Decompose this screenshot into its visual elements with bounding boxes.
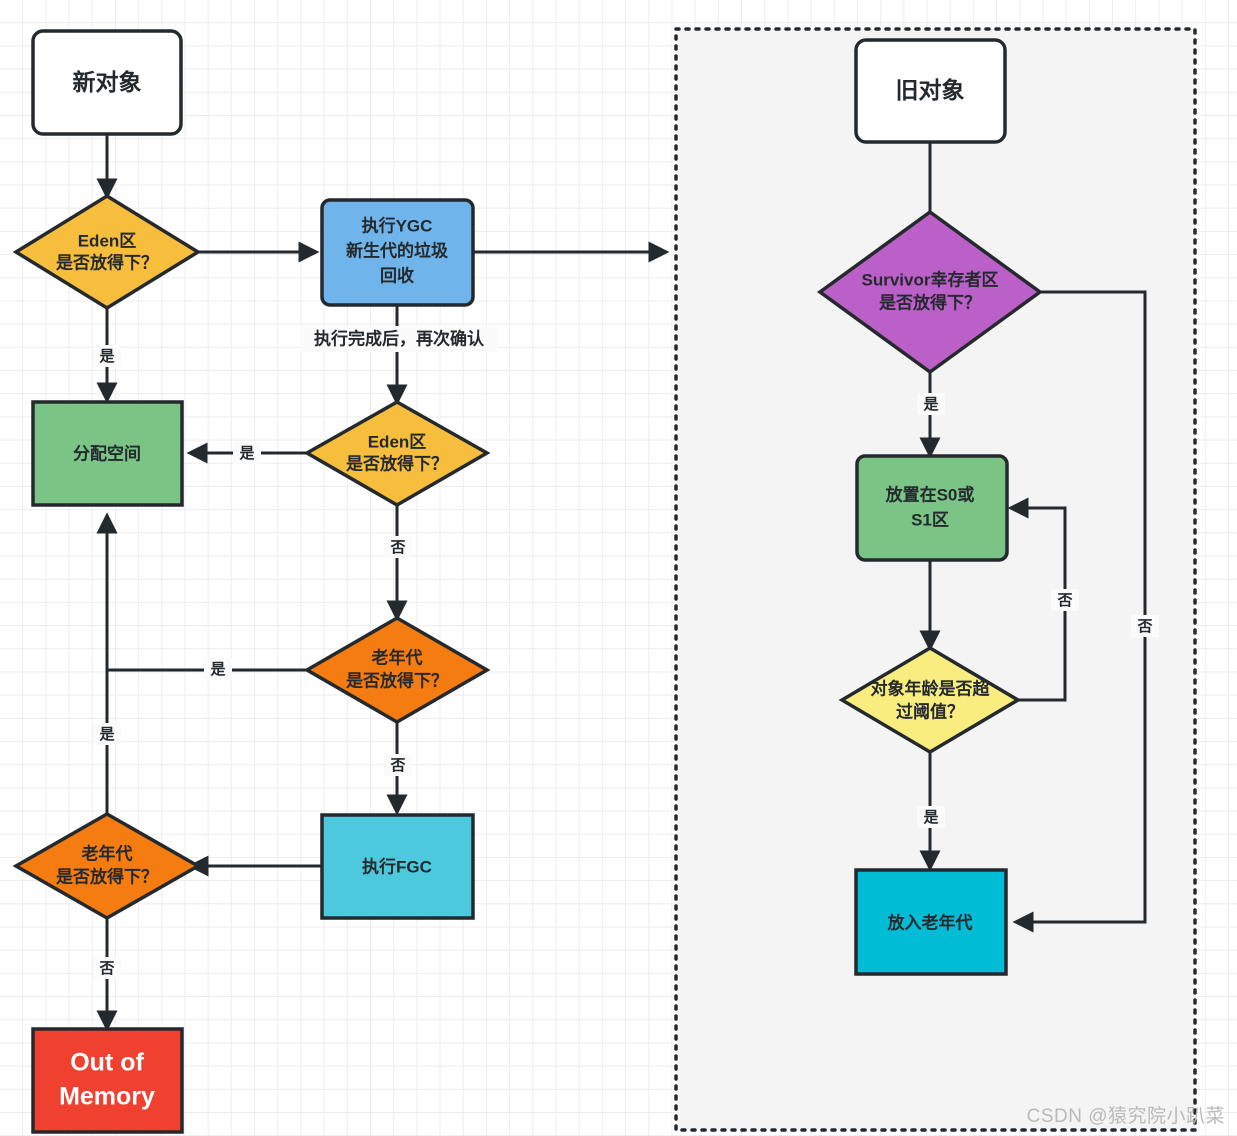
edge-label-eden-fit-2-yes: 是 <box>233 442 261 464</box>
node-exec-ygc[interactable]: 执行YGC 新生代的垃圾 回收 <box>320 198 475 307</box>
node-age-threshold-label-line2: 过阈值？ <box>896 701 964 721</box>
node-survivor-fit-label-line2: 是否放得下？ <box>879 292 981 312</box>
node-exec-fgc[interactable]: 执行FGC <box>320 813 475 920</box>
edge-label-oldgen-fit-1-yes: 是 <box>204 658 232 680</box>
svg-text:否: 否 <box>98 960 114 977</box>
svg-text:否: 否 <box>1056 592 1072 609</box>
node-old-object-label: 旧对象 <box>896 77 965 103</box>
node-new-object-label: 新对象 <box>73 69 142 95</box>
svg-text:是: 是 <box>922 809 939 826</box>
edge-label-oldgen-fit-2-yes: 是 <box>93 723 121 745</box>
node-oldgen-fit-2-label-line2: 是否放得下？ <box>56 866 158 886</box>
node-alloc-space-label: 分配空间 <box>73 443 141 463</box>
edge-label-eden-fit-2-no: 否 <box>384 536 412 558</box>
edge-oldgen-fit-1-to-alloc-space <box>96 512 314 672</box>
svg-text:否: 否 <box>1136 618 1152 635</box>
edge-label-age-threshold-no: 否 <box>1051 589 1079 611</box>
node-exec-ygc-label-line3: 回收 <box>380 265 414 285</box>
node-age-threshold-label-line1: 对象年龄是否超 <box>871 678 991 698</box>
node-oldgen-fit-1[interactable]: 老年代 是否放得下？ <box>303 615 491 725</box>
node-out-of-memory-label-line2: Memory <box>59 1083 155 1111</box>
node-exec-ygc-label-line1: 执行YGC <box>362 215 433 235</box>
node-exec-fgc-label: 执行FGC <box>362 856 432 876</box>
node-eden-fit-1-label-line1: Eden区 <box>78 231 137 250</box>
node-exec-ygc-label-line2: 新生代的垃圾 <box>346 240 449 260</box>
svg-text:是: 是 <box>98 726 115 743</box>
node-eden-fit-1-label-line2: 是否放得下？ <box>56 252 158 272</box>
node-oldgen-fit-2[interactable]: 老年代 是否放得下？ <box>12 811 202 921</box>
node-into-oldgen-label: 放入老年代 <box>887 912 973 932</box>
edge-label-survivor-fit-no: 否 <box>1131 615 1159 637</box>
node-into-oldgen[interactable]: 放入老年代 <box>854 868 1008 976</box>
node-out-of-memory-label-line1: Out of <box>70 1049 144 1077</box>
edge-label-age-threshold-yes: 是 <box>917 806 945 828</box>
svg-text:执行完成后，再次确认: 执行完成后，再次确认 <box>314 328 485 348</box>
node-place-s0-s1-label-line1: 放置在S0或 <box>885 484 975 504</box>
svg-text:否: 否 <box>389 757 405 774</box>
svg-text:是: 是 <box>922 396 939 413</box>
node-new-object[interactable]: 新对象 <box>31 29 183 136</box>
watermark: CSDN @猿究院小趴菜 <box>1026 1106 1225 1127</box>
node-old-object[interactable]: 旧对象 <box>854 38 1007 144</box>
edge-label-eden-fit-1-yes: 是 <box>93 345 121 367</box>
edge-label-oldgen-fit-2-no: 否 <box>93 957 121 979</box>
node-eden-fit-2-label-line1: Eden区 <box>368 432 427 451</box>
svg-text:是: 是 <box>209 661 226 678</box>
node-alloc-space[interactable]: 分配空间 <box>31 400 184 507</box>
svg-text:是: 是 <box>98 348 115 365</box>
svg-text:否: 否 <box>389 539 405 556</box>
node-place-s0-s1-label-line2: S1区 <box>911 510 949 529</box>
node-survivor-fit-label-line1: Survivor幸存者区 <box>862 269 999 289</box>
node-eden-fit-2[interactable]: Eden区 是否放得下？ <box>303 399 491 508</box>
flowchart-canvas: 新对象 Eden区 是否放得下？ 执行YGC 新生代的垃圾 回收 分配空间 Ed… <box>0 0 1237 1136</box>
svg-text:是: 是 <box>238 445 255 462</box>
node-oldgen-fit-1-label-line1: 老年代 <box>371 647 423 667</box>
node-eden-fit-2-label-line2: 是否放得下？ <box>346 453 448 473</box>
flowchart-svg: 新对象 Eden区 是否放得下？ 执行YGC 新生代的垃圾 回收 分配空间 Ed… <box>12 27 1197 1134</box>
edge-label-oldgen-fit-1-no: 否 <box>384 754 412 776</box>
edge-label-survivor-fit-yes: 是 <box>917 393 945 415</box>
edge-label-ygc-confirm: 执行完成后，再次确认 <box>300 326 498 352</box>
node-oldgen-fit-2-label-line1: 老年代 <box>81 843 133 863</box>
node-place-s0-s1[interactable]: 放置在S0或 S1区 <box>855 454 1009 562</box>
node-eden-fit-1[interactable]: Eden区 是否放得下？ <box>12 193 202 311</box>
node-oldgen-fit-1-label-line2: 是否放得下？ <box>346 670 448 690</box>
node-out-of-memory[interactable]: Out of Memory <box>31 1027 184 1134</box>
